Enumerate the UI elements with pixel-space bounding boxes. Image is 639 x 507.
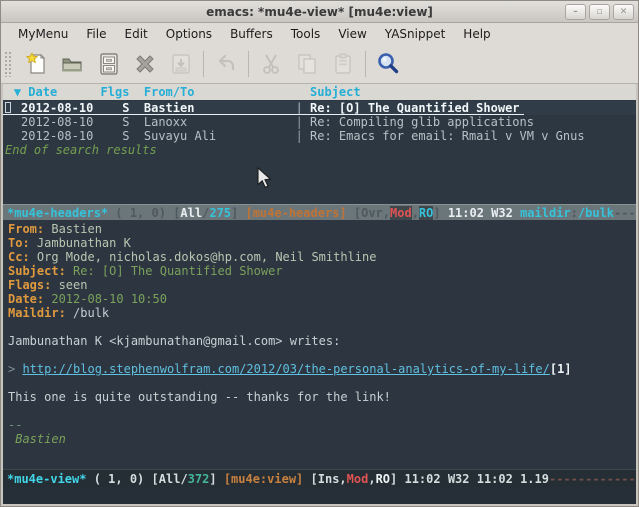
column-from[interactable]: From/To [144,85,310,99]
field-label: Flags [8,278,44,292]
emacs-frame: ▼ Date Flgs From/To Subject 2012-08-10 S… [1,84,638,506]
quote-mark: > [8,362,22,376]
headers-mode-line[interactable]: *mu4e-headers* ( 1, 0) [All/275] [mu4e-h… [3,204,636,220]
copy-icon [289,49,325,79]
field-value-maildir: /bulk [73,306,109,320]
field-label: Subject [8,264,59,278]
field-value-cc: Org Mode, nicholas.dokos@hp.com, Neil Sm… [37,250,377,264]
echo-area[interactable] [3,487,636,504]
field-value-flags: seen [59,278,88,292]
body-comment-line: This one is quite outstanding -- thanks … [8,390,636,404]
menu-yasnippet[interactable]: YASnippet [376,25,455,43]
menu-edit[interactable]: Edit [116,25,157,43]
titlebar[interactable]: emacs: *mu4e-view* [mu4e:view] – ▫ ✕ [1,1,638,23]
file-cabinet-icon[interactable] [91,49,127,79]
save-icon [163,49,199,79]
subject-separator: | [296,101,310,115]
field-label: Cc [8,250,22,264]
signature: Bastien [15,432,66,446]
field-label: Maildir [8,306,59,320]
undo-icon [208,49,244,79]
column-subject[interactable]: Subject [310,85,361,99]
end-of-search-message: End of search results [3,143,636,157]
open-folder-icon[interactable] [55,49,91,79]
field-label: From [8,222,37,236]
menu-file[interactable]: File [77,25,115,43]
toolbar-separator [203,51,204,77]
menu-view[interactable]: View [329,25,375,43]
menu-options[interactable]: Options [157,25,221,43]
signature-separator: -- [8,418,636,432]
field-value-from: Bastien [51,222,102,236]
maximize-button[interactable]: ▫ [589,4,610,20]
subject-separator: | [296,115,310,129]
emacs-window: emacs: *mu4e-view* [mu4e:view] – ▫ ✕ MyM… [0,0,639,507]
mu4e-view-window: From: Bastien To: Jambunathan K Cc: Org … [3,220,636,469]
message-row[interactable]: 2012-08-10 S Lanoxx | Re: Compiling glib… [3,115,636,129]
window-title: emacs: *mu4e-view* [mu4e:view] [206,5,433,19]
paste-icon [325,49,361,79]
minimize-button[interactable]: – [565,4,586,20]
menu-mymenu[interactable]: MyMenu [9,25,77,43]
subject-separator: | [296,129,310,143]
column-flags[interactable]: Flgs [101,85,144,99]
field-value-to: Jambunathan K [37,236,131,250]
field-label: To [8,236,22,250]
new-file-icon[interactable] [19,49,55,79]
cut-icon [253,49,289,79]
body-quote-line: > http://blog.stephenwolfram.com/2012/03… [8,362,636,376]
field-value-date: 2012-08-10 10:50 [51,292,167,306]
mu4e-headers-window: 2012-08-10 S Bastien | Re: [O] The Quant… [3,100,636,204]
hyperlink[interactable]: http://blog.stephenwolfram.com/2012/03/t… [22,362,549,376]
tool-bar [1,45,638,84]
menu-buffers[interactable]: Buffers [221,25,282,43]
message-row[interactable]: 2012-08-10 S Bastien | Re: [O] The Quant… [3,101,636,115]
search-icon[interactable] [370,49,406,79]
column-date[interactable]: ▼ Date [3,85,101,99]
field-value-subject: Re: [O] The Quantified Shower [73,264,283,278]
toolbar-grip-handle[interactable] [4,51,13,77]
close-button[interactable]: ✕ [613,4,634,20]
field-label: Date [8,292,37,306]
view-mode-line[interactable]: *mu4e-view* ( 1, 0) [All/372] [mu4e:view… [3,469,636,487]
menu-help[interactable]: Help [454,25,499,43]
toolbar-separator [248,51,249,77]
toolbar-separator [365,51,366,77]
window-controls: – ▫ ✕ [565,4,634,20]
hollow-cursor [5,102,11,113]
link-reference: [1] [550,362,572,376]
menu-bar: MyMenu File Edit Options Buffers Tools V… [1,23,638,45]
body-intro-line: Jambunathan K <kjambunathan@gmail.com> w… [8,334,636,348]
close-x-icon[interactable] [127,49,163,79]
menu-tools[interactable]: Tools [282,25,330,43]
message-row[interactable]: 2012-08-10 S Suvayu Ali | Re: Emacs for … [3,129,636,143]
headers-column-header: ▼ Date Flgs From/To Subject [3,84,636,100]
